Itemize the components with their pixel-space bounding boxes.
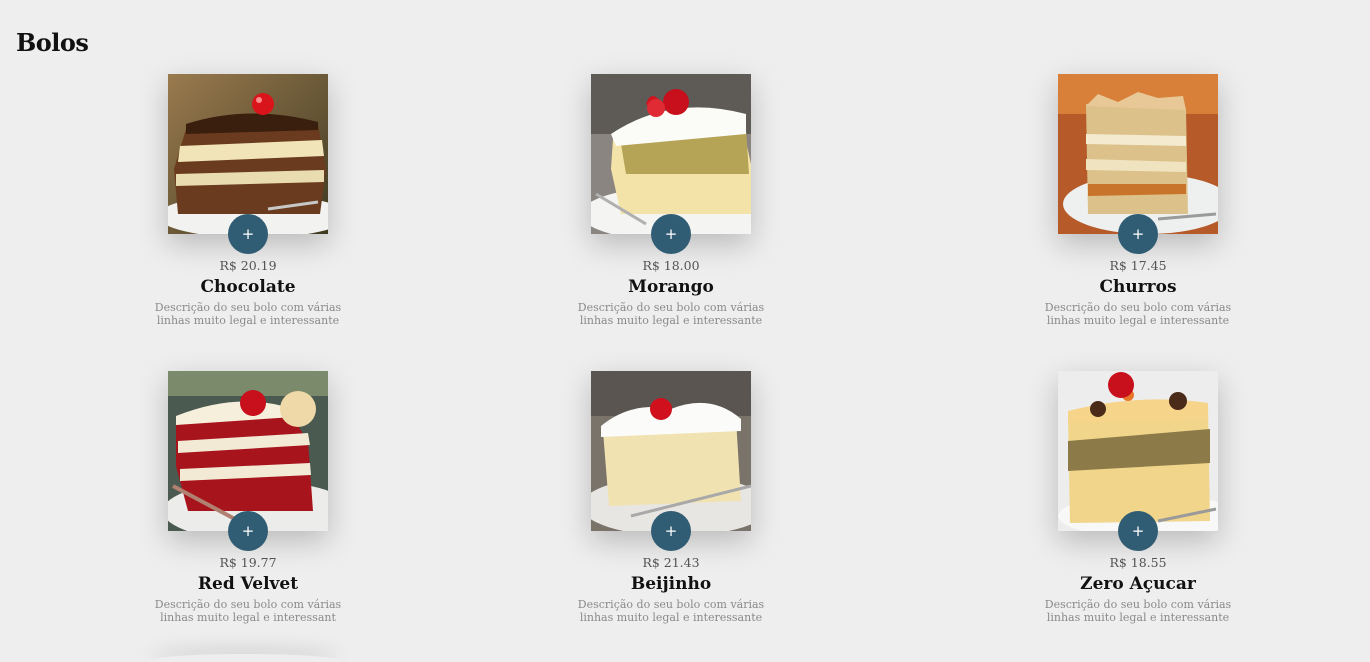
zero-sugar-cake-image bbox=[1058, 371, 1218, 531]
product-price: R$ 17.45 bbox=[1109, 258, 1167, 273]
product-card-chocolate: + R$ 20.19 Chocolate Descrição do seu bo… bbox=[138, 74, 358, 371]
product-description: Descrição do seu bolo com várias linhas … bbox=[138, 598, 358, 624]
page: Bolos + R$ 20.19 Chocolate Descrição do … bbox=[0, 0, 1370, 662]
description-line: Descrição do seu bolo com várias bbox=[577, 301, 765, 314]
description-line: linhas muito legal e interessant bbox=[160, 611, 336, 624]
description-line: Descrição do seu bolo com várias bbox=[154, 598, 342, 611]
description-line: linhas muito legal e interessante bbox=[156, 314, 340, 327]
description-line: Descrição do seu bolo com várias bbox=[577, 598, 765, 611]
product-name: Red Velvet bbox=[197, 574, 299, 594]
product-card-zero-acucar: + R$ 18.55 Zero Açucar Descrição do seu … bbox=[1028, 371, 1248, 662]
description-line: Descrição do seu bolo com várias bbox=[1044, 301, 1232, 314]
product-photo-wrap: + bbox=[591, 371, 751, 551]
product-photo-wrap: + bbox=[591, 74, 751, 254]
product-description: Descrição do seu bolo com várias linhas … bbox=[138, 301, 358, 327]
product-price: R$ 20.19 bbox=[219, 258, 277, 273]
product-description: Descrição do seu bolo com várias linhas … bbox=[561, 301, 781, 327]
red-velvet-cake-image bbox=[168, 371, 328, 531]
product-description: Descrição do seu bolo com várias linhas … bbox=[1028, 301, 1248, 327]
product-price: R$ 18.55 bbox=[1109, 555, 1167, 570]
product-name: Zero Açucar bbox=[1080, 574, 1196, 594]
product-description: Descrição do seu bolo com várias linhas … bbox=[561, 598, 781, 624]
next-row-card-shadow bbox=[150, 654, 340, 662]
product-name: Churros bbox=[1099, 277, 1177, 297]
churros-cake-image bbox=[1058, 74, 1218, 234]
description-line: linhas muito legal e interessante bbox=[1046, 314, 1230, 327]
product-card-beijinho: + R$ 21.43 Beijinho Descrição do seu bol… bbox=[561, 371, 781, 662]
strawberry-cake-image bbox=[591, 74, 751, 234]
add-to-cart-button[interactable]: + bbox=[651, 214, 691, 254]
product-photo-wrap: + bbox=[1058, 74, 1218, 254]
description-line: Descrição do seu bolo com várias bbox=[154, 301, 342, 314]
add-to-cart-button[interactable]: + bbox=[1118, 511, 1158, 551]
product-description: Descrição do seu bolo com várias linhas … bbox=[1028, 598, 1248, 624]
description-line: linhas muito legal e interessante bbox=[579, 611, 763, 624]
chocolate-cake-image bbox=[168, 74, 328, 234]
product-name: Morango bbox=[628, 277, 714, 297]
add-to-cart-button[interactable]: + bbox=[228, 214, 268, 254]
product-grid: + R$ 20.19 Chocolate Descrição do seu bo… bbox=[0, 74, 1370, 662]
description-line: Descrição do seu bolo com várias bbox=[1044, 598, 1232, 611]
product-card-morango: + R$ 18.00 Morango Descrição do seu bolo… bbox=[561, 74, 781, 371]
description-line: linhas muito legal e interessante bbox=[579, 314, 763, 327]
add-to-cart-button[interactable]: + bbox=[228, 511, 268, 551]
product-price: R$ 21.43 bbox=[642, 555, 700, 570]
product-card-red-velvet: + R$ 19.77 Red Velvet Descrição do seu b… bbox=[138, 371, 358, 662]
beijinho-cake-image bbox=[591, 371, 751, 531]
add-to-cart-button[interactable]: + bbox=[1118, 214, 1158, 254]
product-card-churros: + R$ 17.45 Churros Descrição do seu bolo… bbox=[1028, 74, 1248, 371]
product-photo-wrap: + bbox=[1058, 371, 1218, 551]
product-name: Chocolate bbox=[200, 277, 296, 297]
section-title: Bolos bbox=[16, 28, 89, 57]
product-name: Beijinho bbox=[630, 574, 712, 594]
product-photo-wrap: + bbox=[168, 74, 328, 254]
product-photo-wrap: + bbox=[168, 371, 328, 551]
product-price: R$ 18.00 bbox=[642, 258, 700, 273]
description-line: linhas muito legal e interessante bbox=[1046, 611, 1230, 624]
add-to-cart-button[interactable]: + bbox=[651, 511, 691, 551]
product-price: R$ 19.77 bbox=[219, 555, 277, 570]
